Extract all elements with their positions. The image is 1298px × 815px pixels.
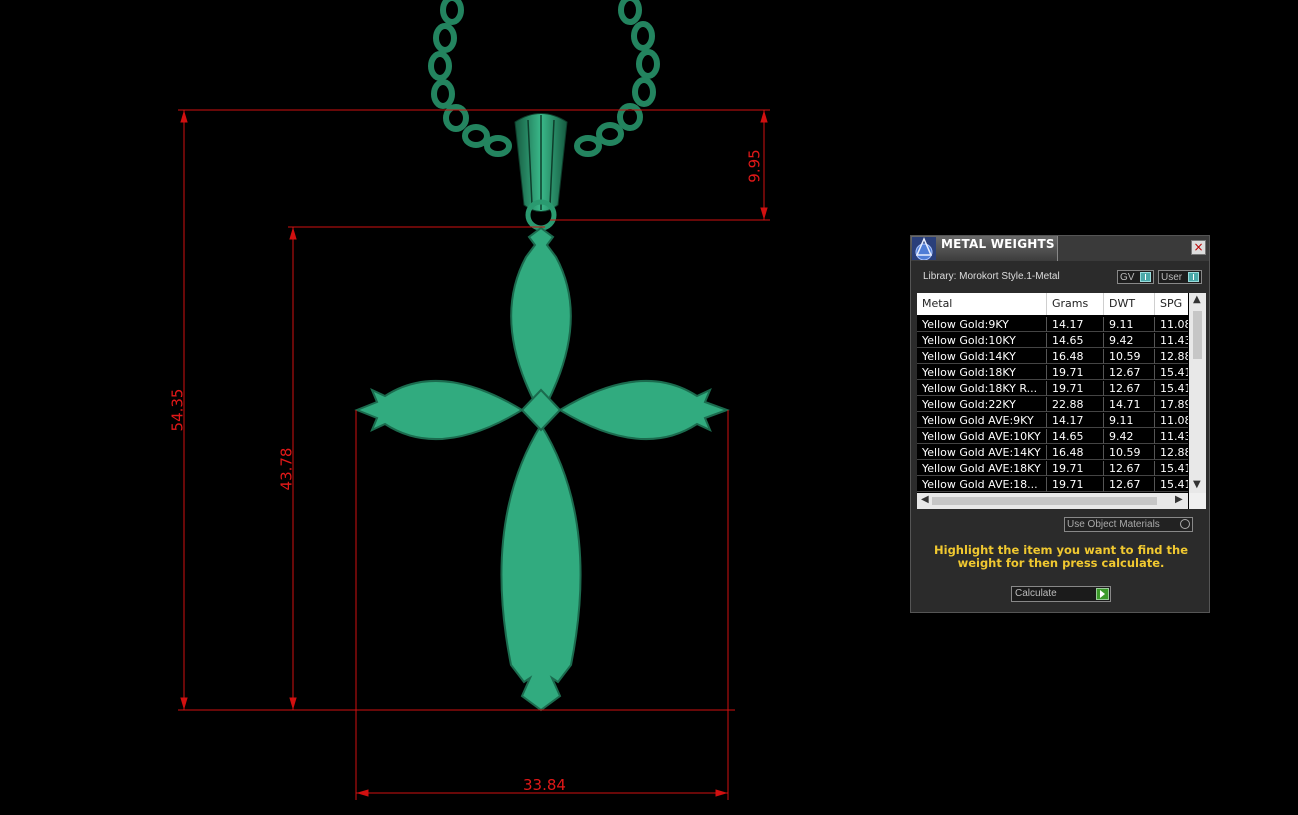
table-row[interactable]: Yellow Gold:18KY19.7112.6715.41 <box>917 365 1188 381</box>
calculate-button[interactable]: Calculate <box>1011 586 1111 602</box>
horizontal-scrollbar[interactable]: ◀ ▶ <box>917 493 1188 509</box>
gv-toggle[interactable]: GV <box>1117 270 1154 284</box>
vertical-scrollbar[interactable]: ▲ ▼ <box>1189 293 1206 493</box>
metal-weights-panel: METAL WEIGHTS × Library: Morokort Style.… <box>910 235 1210 613</box>
table-row[interactable]: Yellow Gold:14KY16.4810.5912.88 <box>917 349 1188 365</box>
cell-grams: 14.65 <box>1047 333 1104 348</box>
cell-metal: Yellow Gold:18KY <box>917 365 1047 380</box>
cross-pendant <box>354 226 730 712</box>
cell-metal: Yellow Gold AVE:9KY <box>917 413 1047 428</box>
cell-dwt: 12.67 <box>1104 365 1155 380</box>
table-row[interactable]: Yellow Gold AVE:9KY14.179.1111.08 <box>917 413 1188 429</box>
dimension-cross-height: 43.78 <box>277 447 296 491</box>
table-row[interactable]: Yellow Gold:22KY22.8814.7117.89 <box>917 397 1188 413</box>
cell-grams: 16.48 <box>1047 349 1104 364</box>
calculate-label: Calculate <box>1015 588 1057 599</box>
cell-dwt: 12.67 <box>1104 477 1155 492</box>
scroll-up-icon[interactable]: ▲ <box>1193 294 1201 305</box>
horizontal-scroll-thumb[interactable] <box>932 497 1157 505</box>
metals-table[interactable]: Metal Grams DWT SPG Yellow Gold:9KY 14.17… <box>917 293 1206 509</box>
cell-spg: 11.43 <box>1155 429 1188 444</box>
cell-metal: Yellow Gold AVE:18... <box>917 477 1047 492</box>
play-icon <box>1096 588 1109 600</box>
vertical-scroll-thumb[interactable] <box>1193 311 1202 359</box>
dimension-lines <box>178 109 770 800</box>
cell-dwt: 12.67 <box>1104 381 1155 396</box>
cell-spg: 15.41 <box>1155 365 1188 380</box>
table-row[interactable]: Yellow Gold AVE:18...19.7112.6715.41 <box>917 477 1188 493</box>
scroll-right-icon[interactable]: ▶ <box>1175 494 1183 505</box>
gv-toggle-knob-icon <box>1140 272 1151 282</box>
cell-spg: 15.41 <box>1155 477 1188 492</box>
cell-dwt: 9.11 <box>1104 413 1155 428</box>
cell-spg: 11.08 <box>1155 413 1188 428</box>
cell-grams: 14.17 <box>1047 317 1104 332</box>
cell-grams: 19.71 <box>1047 381 1104 396</box>
bail <box>514 113 568 231</box>
cell-spg: 11.43 <box>1155 333 1188 348</box>
library-label: Library: Morokort Style.1-Metal <box>923 271 1060 282</box>
radio-icon[interactable] <box>1180 519 1190 529</box>
use-object-materials-label: Use Object Materials <box>1067 519 1160 530</box>
cell-metal: Yellow Gold:14KY <box>917 349 1047 364</box>
column-header-metal[interactable]: Metal <box>917 293 1047 315</box>
cell-grams: 19.71 <box>1047 365 1104 380</box>
cell-metal: Yellow Gold AVE:10KY <box>917 429 1047 444</box>
close-button[interactable]: × <box>1191 240 1206 255</box>
cell-dwt: 9.42 <box>1104 333 1155 348</box>
table-row[interactable]: Yellow Gold AVE:10KY14.659.4211.43 <box>917 429 1188 445</box>
dimension-total-height: 54.35 <box>168 388 187 432</box>
cell-spg: 11.08 <box>1155 317 1188 332</box>
dimension-bail-height: 9.95 <box>745 149 764 183</box>
panel-title-tab: METAL WEIGHTS <box>911 236 1058 261</box>
cell-dwt: 10.59 <box>1104 445 1155 460</box>
column-header-dwt[interactable]: DWT <box>1104 293 1155 315</box>
table-body: Yellow Gold:9KY14.179.1111.08Yellow Gold… <box>917 317 1188 493</box>
cell-grams: 16.48 <box>1047 445 1104 460</box>
cell-metal: Yellow Gold:22KY <box>917 397 1047 412</box>
dimension-width: 33.84 <box>523 776 566 794</box>
cell-spg: 15.41 <box>1155 461 1188 476</box>
panel-titlebar[interactable]: METAL WEIGHTS × <box>911 236 1209 261</box>
table-row[interactable]: Yellow Gold:9KY14.179.1111.08 <box>917 317 1188 333</box>
gv-toggle-label: GV <box>1120 272 1135 283</box>
cell-metal: Yellow Gold:10KY <box>917 333 1047 348</box>
matrix-app-icon <box>912 237 936 260</box>
cell-spg: 12.88 <box>1155 445 1188 460</box>
scroll-down-icon[interactable]: ▼ <box>1193 479 1201 490</box>
scroll-left-icon[interactable]: ◀ <box>921 494 929 505</box>
user-toggle-knob-icon <box>1188 272 1199 282</box>
cell-metal: Yellow Gold AVE:18KY <box>917 461 1047 476</box>
cell-dwt: 14.71 <box>1104 397 1155 412</box>
cell-metal: Yellow Gold AVE:14KY <box>917 445 1047 460</box>
table-row[interactable]: Yellow Gold:10KY14.659.4211.43 <box>917 333 1188 349</box>
cell-dwt: 10.59 <box>1104 349 1155 364</box>
cell-dwt: 9.11 <box>1104 317 1155 332</box>
user-toggle[interactable]: User <box>1158 270 1202 284</box>
user-toggle-label: User <box>1161 272 1183 283</box>
cell-spg: 15.41 <box>1155 381 1188 396</box>
cell-dwt: 12.67 <box>1104 461 1155 476</box>
cell-grams: 14.17 <box>1047 413 1104 428</box>
cell-metal: Yellow Gold:9KY <box>917 317 1047 332</box>
column-header-grams[interactable]: Grams <box>1047 293 1104 315</box>
panel-title: METAL WEIGHTS <box>941 237 1055 251</box>
scroll-corner <box>1189 493 1206 509</box>
table-header: Metal Grams DWT SPG <box>917 293 1188 315</box>
cell-grams: 22.88 <box>1047 397 1104 412</box>
cell-metal: Yellow Gold:18KY R... <box>917 381 1047 396</box>
table-row[interactable]: Yellow Gold AVE:14KY16.4810.5912.88 <box>917 445 1188 461</box>
cell-grams: 19.71 <box>1047 461 1104 476</box>
cell-grams: 14.65 <box>1047 429 1104 444</box>
cell-grams: 19.71 <box>1047 477 1104 492</box>
cell-spg: 12.88 <box>1155 349 1188 364</box>
table-row[interactable]: Yellow Gold:18KY R...19.7112.6715.41 <box>917 381 1188 397</box>
table-row[interactable]: Yellow Gold AVE:18KY19.7112.6715.41 <box>917 461 1188 477</box>
instruction-text: Highlight the item you want to find the … <box>934 543 1188 570</box>
cell-dwt: 9.42 <box>1104 429 1155 444</box>
cell-spg: 17.89 <box>1155 397 1188 412</box>
use-object-materials-option[interactable]: Use Object Materials <box>1064 517 1193 532</box>
